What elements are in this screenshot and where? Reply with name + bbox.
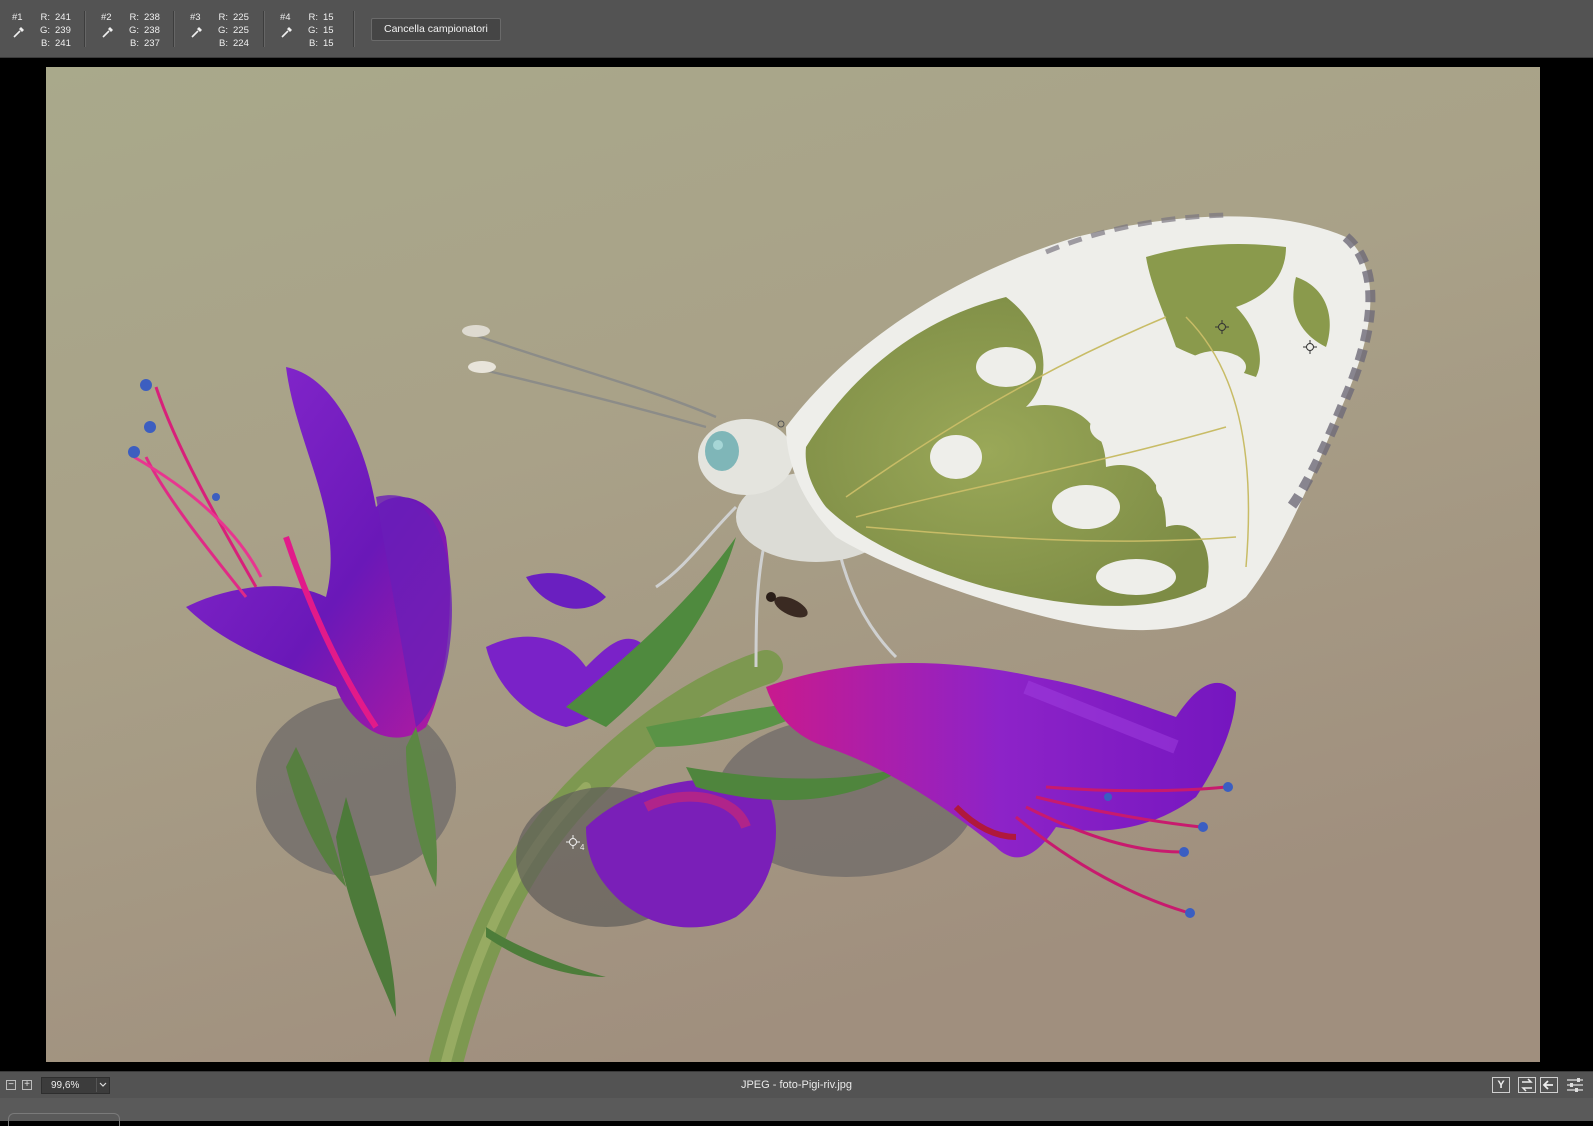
divider (263, 11, 265, 47)
settings-sliders-icon[interactable] (1566, 1077, 1584, 1093)
sampler-marker-4[interactable]: 4 (566, 835, 588, 851)
swap-icon[interactable] (1518, 1077, 1536, 1093)
color-sampler-4[interactable]: #4 R: 15 G: 15 B: 15 (280, 11, 350, 49)
sampler-g-value: 15 (323, 25, 334, 36)
sampler-number: #1 (12, 12, 23, 23)
y-icon[interactable]: Y (1492, 1077, 1510, 1093)
sampler-number: #4 (280, 12, 291, 23)
eyedropper-icon (12, 25, 26, 39)
photo-butterfly-on-flower (46, 67, 1540, 1062)
color-sampler-toolbar: #1 R: 241 G: 239 B: 241 #2 R: 238 G: 238 B: 23… (0, 0, 1593, 58)
photo-canvas[interactable]: 4 (46, 67, 1540, 1062)
divider (84, 11, 86, 47)
sampler-b-value: 224 (233, 38, 249, 49)
sampler-r-value: 15 (323, 12, 334, 23)
sampler-number: #2 (101, 12, 112, 23)
sampler-b-value: 237 (144, 38, 160, 49)
sampler-marker-1[interactable] (1215, 320, 1229, 334)
sampler-number: #3 (190, 12, 201, 23)
sampler-r-value: 241 (55, 12, 71, 23)
color-sampler-3[interactable]: #3 R: 225 G: 225 B: 224 (190, 11, 260, 49)
back-arrow-icon[interactable] (1540, 1077, 1558, 1093)
sampler-r-value: 225 (233, 12, 249, 23)
image-viewport[interactable]: 4 (0, 59, 1593, 1071)
sampler-b-value: 241 (55, 38, 71, 49)
sampler-g-value: 225 (233, 25, 249, 36)
eyedropper-icon (101, 25, 115, 39)
svg-text:4: 4 (580, 843, 585, 851)
eyedropper-icon (190, 25, 204, 39)
eyedropper-icon (280, 25, 294, 39)
sampler-g-value: 239 (55, 25, 71, 36)
clear-samplers-button[interactable]: Cancella campionatori (371, 18, 501, 41)
sampler-marker-2[interactable] (1303, 340, 1317, 354)
status-bar: − + 99,6% JPEG - foto-Pigi-riv.jpg Y (0, 1071, 1593, 1098)
sampler-marker-3[interactable] (774, 417, 788, 431)
panel-tab[interactable] (8, 1113, 120, 1126)
sampler-r-value: 238 (144, 12, 160, 23)
color-sampler-1[interactable]: #1 R: 241 G: 239 B: 241 (12, 11, 82, 49)
color-sampler-2[interactable]: #2 R: 238 G: 238 B: 237 (101, 11, 171, 49)
divider (353, 11, 355, 47)
sampler-b-value: 15 (323, 38, 334, 49)
sampler-g-value: 238 (144, 25, 160, 36)
divider (173, 11, 175, 47)
file-info: JPEG - foto-Pigi-riv.jpg (740, 1079, 853, 1091)
panel-strip (0, 1098, 1593, 1126)
